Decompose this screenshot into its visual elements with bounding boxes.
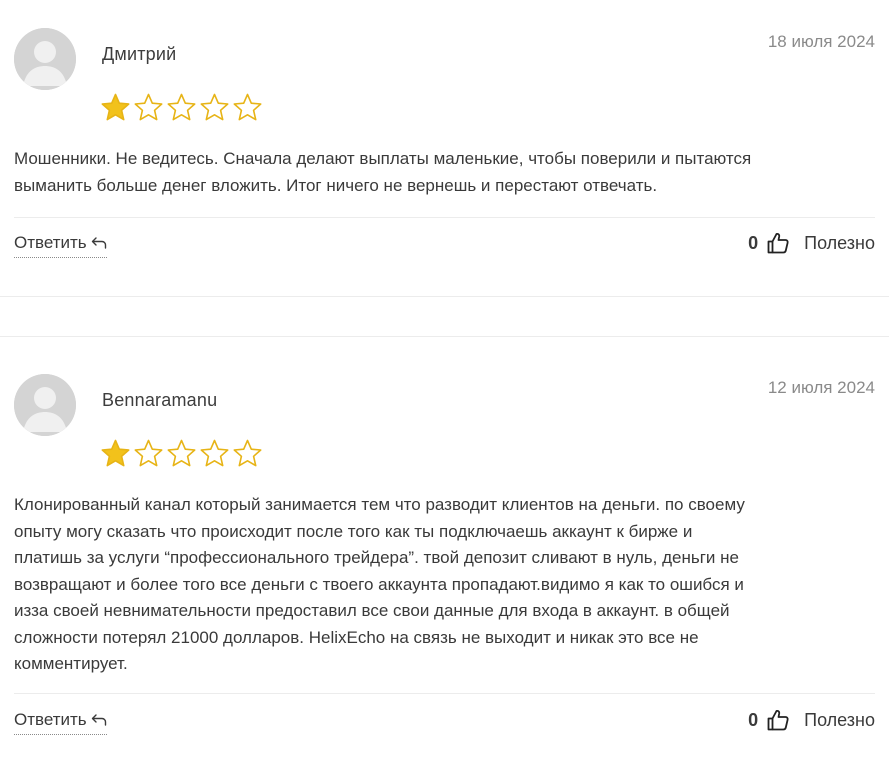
star-rating	[100, 438, 263, 469]
review-date: 12 июля 2024	[767, 378, 875, 397]
review-date: 18 июля 2024	[767, 32, 875, 51]
avatar	[14, 374, 76, 436]
star-outline-icon	[200, 439, 229, 467]
review-text-line: возвращают и более того все деньги с тво…	[14, 574, 744, 594]
review-text-line: комментирует.	[14, 654, 128, 673]
section-divider	[0, 296, 889, 297]
reply-arrow-icon	[91, 714, 106, 726]
thumbs-up-icon[interactable]	[766, 231, 790, 255]
review-text-line: опыту могу сказать что происходит после …	[14, 521, 693, 541]
reply-label: Ответить	[14, 710, 87, 729]
review-text-line: Клонированный канал который занимается т…	[14, 495, 745, 514]
star-outline-icon	[200, 93, 229, 121]
review-text-line: выманить больше денег вложить. Итог ниче…	[14, 175, 658, 195]
reply-button[interactable]: Ответить	[14, 710, 107, 735]
star-outline-icon	[134, 439, 163, 467]
star-rating	[100, 92, 263, 123]
helpful-block: 0 Полезно	[748, 708, 875, 732]
review-author: Дмитрий	[102, 44, 177, 64]
avatar	[14, 28, 76, 90]
star-outline-icon	[233, 439, 262, 467]
review-text-line: изза своей невнимательности предоставил …	[14, 601, 730, 620]
helpful-block: 0 Полезно	[748, 231, 875, 255]
user-silhouette-icon	[14, 374, 76, 436]
reply-button[interactable]: Ответить	[14, 233, 107, 258]
reply-label: Ответить	[14, 233, 87, 252]
section-divider	[0, 336, 889, 337]
review-text-line: сложности потерял 21000 долларов. HelixE…	[14, 627, 699, 647]
star-filled-icon	[101, 439, 130, 467]
helpful-button[interactable]: Полезно	[804, 233, 875, 254]
divider	[14, 693, 875, 694]
reply-arrow-icon	[91, 237, 106, 249]
helpful-count: 0	[748, 709, 759, 730]
star-filled-icon	[101, 93, 130, 121]
helpful-count: 0	[748, 232, 759, 253]
star-outline-icon	[167, 439, 196, 467]
review-text: Мошенники. Не ведитесь. Сначала делают в…	[14, 146, 875, 199]
review-text-line: Мошенники. Не ведитесь. Сначала делают в…	[14, 149, 752, 168]
divider	[14, 217, 875, 218]
helpful-button[interactable]: Полезно	[804, 710, 875, 731]
review-author: Bennaramanu	[102, 390, 218, 410]
review-text: Клонированный канал который занимается т…	[14, 492, 875, 678]
star-outline-icon	[233, 93, 262, 121]
star-outline-icon	[134, 93, 163, 121]
user-silhouette-icon	[14, 28, 76, 90]
star-outline-icon	[167, 93, 196, 121]
review-text-line: платишь за услуги “профессионального тре…	[14, 548, 739, 567]
thumbs-up-icon[interactable]	[766, 708, 790, 732]
